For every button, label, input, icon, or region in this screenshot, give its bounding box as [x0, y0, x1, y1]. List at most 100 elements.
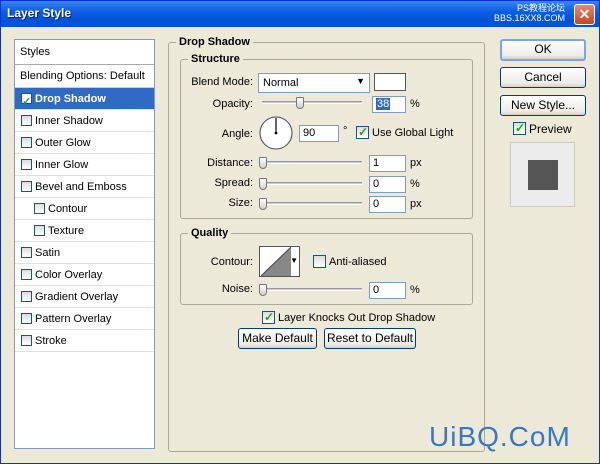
size-input[interactable]: 0	[369, 196, 406, 213]
style-item-color-overlay[interactable]: Color Overlay	[15, 264, 154, 286]
style-item-contour[interactable]: Contour	[15, 198, 154, 220]
style-checkbox[interactable]	[21, 291, 32, 302]
noise-slider-thumb[interactable]	[259, 284, 267, 296]
style-item-label: Outer Glow	[35, 137, 91, 149]
styles-list: Styles Blending Options: Default ✓ Drop S…	[14, 39, 155, 449]
spread-unit: %	[410, 178, 420, 190]
size-label: Size:	[228, 197, 253, 209]
style-item-texture[interactable]: Texture	[15, 220, 154, 242]
size-slider-thumb[interactable]	[259, 198, 267, 210]
distance-input[interactable]: 1	[369, 155, 406, 172]
blending-options-item[interactable]: Blending Options: Default	[15, 65, 154, 88]
noise-label: Noise:	[221, 283, 253, 295]
opacity-label: Opacity:	[212, 98, 253, 110]
noise-unit: %	[410, 284, 420, 296]
opacity-unit: %	[410, 98, 420, 110]
use-global-light-label[interactable]: Use Global Light	[372, 127, 453, 139]
angle-value: 90	[303, 127, 316, 139]
opacity-input[interactable]: 38	[372, 96, 406, 113]
distance-slider-thumb[interactable]	[259, 157, 267, 169]
make-default-button[interactable]: Make Default	[238, 328, 317, 349]
anti-aliased-label[interactable]: Anti-aliased	[329, 256, 386, 268]
reset-to-default-button[interactable]: Reset to Default	[324, 328, 416, 349]
layer-knocks-out-checkbox[interactable]: ✓	[262, 310, 275, 324]
blend-mode-select[interactable]: Normal ▼	[258, 73, 370, 93]
use-global-light-checkbox[interactable]: ✓	[356, 125, 369, 139]
checkmark-icon: ✓	[515, 121, 526, 135]
quality-title: Quality	[188, 227, 232, 239]
style-item-stroke[interactable]: Stroke	[15, 330, 154, 352]
ok-button[interactable]: OK	[500, 39, 586, 61]
style-item-label: Stroke	[35, 335, 67, 347]
style-item-label: Color Overlay	[35, 269, 103, 281]
noise-value: 0	[373, 284, 380, 296]
preview-label[interactable]: Preview	[529, 122, 572, 136]
preview-swatch	[528, 160, 558, 190]
style-checkbox[interactable]	[21, 159, 32, 170]
watermark-line1: PS教程论坛	[516, 3, 565, 13]
angle-label: Angle:	[221, 128, 253, 140]
watermark-line2: BBS.16XX8.COM	[493, 13, 565, 23]
noise-slider-track[interactable]	[262, 288, 362, 291]
close-button[interactable]: ✕	[574, 4, 595, 25]
style-checkbox[interactable]	[21, 181, 32, 192]
noise-input[interactable]: 0	[369, 282, 406, 299]
opacity-slider-thumb[interactable]	[296, 97, 304, 109]
contour-picker[interactable]: ▼	[259, 246, 300, 277]
footer-watermark: UiBQ.CoM	[429, 421, 571, 452]
style-checkbox[interactable]	[21, 335, 32, 346]
contour-preview-icon	[261, 247, 291, 276]
style-item-label: Satin	[35, 247, 61, 259]
style-checkbox[interactable]	[21, 247, 32, 258]
angle-unit: °	[343, 125, 348, 137]
style-item-label: Inner Glow	[35, 159, 89, 171]
style-item-inner-shadow[interactable]: Inner Shadow	[15, 110, 154, 132]
structure-title: Structure	[188, 53, 243, 65]
layer-style-window: Layer Style PS教程论坛 BBS.16XX8.COM ✕ Style…	[0, 0, 600, 464]
style-checkbox[interactable]	[21, 313, 32, 324]
style-checkbox[interactable]	[34, 203, 45, 214]
style-item-outer-glow[interactable]: Outer Glow	[15, 132, 154, 154]
shadow-color-swatch[interactable]	[374, 73, 406, 91]
layer-knocks-out-label[interactable]: Layer Knocks Out Drop Shadow	[278, 312, 435, 324]
cancel-button[interactable]: Cancel	[500, 67, 586, 88]
style-checkbox[interactable]	[21, 115, 32, 126]
style-checkbox[interactable]	[21, 269, 32, 280]
preview-checkbox[interactable]: ✓	[513, 121, 526, 135]
style-item-label: Drop Shadow	[35, 93, 106, 105]
spread-label: Spread:	[214, 177, 253, 189]
spread-slider-track[interactable]	[262, 182, 362, 185]
anti-aliased-checkbox[interactable]	[313, 255, 326, 268]
style-item-inner-glow[interactable]: Inner Glow	[15, 154, 154, 176]
style-item-label: Inner Shadow	[35, 115, 103, 127]
style-item-pattern-overlay[interactable]: Pattern Overlay	[15, 308, 154, 330]
chevron-down-icon: ▼	[356, 76, 365, 86]
spread-slider-thumb[interactable]	[259, 178, 267, 190]
style-item-bevel-and-emboss[interactable]: Bevel and Emboss	[15, 176, 154, 198]
opacity-value: 38	[376, 98, 391, 110]
style-item-gradient-overlay[interactable]: Gradient Overlay	[15, 286, 154, 308]
contour-dropdown-icon: ▼	[290, 256, 298, 265]
distance-slider-track[interactable]	[262, 161, 362, 164]
distance-value: 1	[373, 157, 380, 169]
style-item-satin[interactable]: Satin	[15, 242, 154, 264]
blend-mode-value: Normal	[263, 77, 299, 89]
style-checkbox[interactable]	[21, 137, 32, 148]
size-slider-track[interactable]	[262, 202, 362, 205]
title-bar[interactable]: Layer Style PS教程论坛 BBS.16XX8.COM ✕	[1, 1, 599, 27]
style-item-label: Pattern Overlay	[35, 313, 112, 325]
style-item-drop-shadow[interactable]: ✓ Drop Shadow	[15, 88, 154, 110]
angle-dial[interactable]	[258, 115, 294, 151]
style-checkbox[interactable]: ✓	[21, 93, 32, 108]
style-item-label: Gradient Overlay	[35, 291, 119, 303]
styles-header[interactable]: Styles	[15, 40, 154, 65]
new-style-button[interactable]: New Style...	[500, 95, 586, 116]
spread-input[interactable]: 0	[369, 176, 406, 193]
opacity-slider-track[interactable]	[262, 101, 362, 104]
style-checkbox[interactable]	[34, 225, 45, 236]
distance-unit: px	[410, 157, 422, 169]
drop-shadow-title: Drop Shadow	[176, 36, 253, 48]
distance-label: Distance:	[207, 157, 253, 169]
angle-input[interactable]: 90	[299, 125, 339, 142]
title-watermark: PS教程论坛 BBS.16XX8.COM	[494, 3, 565, 23]
